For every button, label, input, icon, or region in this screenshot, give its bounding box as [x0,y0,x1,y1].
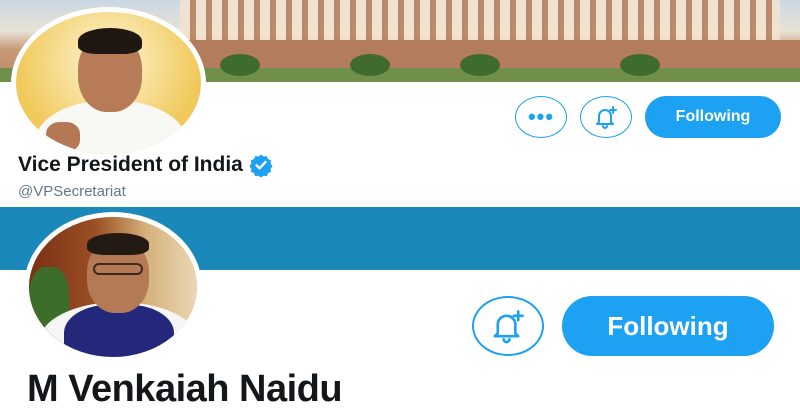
following-button[interactable]: Following [562,296,774,356]
profile-name: Vice President of India [18,153,273,177]
display-name: M Venkaiah Naidu [27,368,343,410]
banner-shrub [620,54,660,76]
banner-shrub [220,54,260,76]
profile-handle: @VPSecretariat [18,183,126,200]
ellipsis-icon: ••• [527,104,555,129]
following-button[interactable]: Following [645,96,781,138]
banner-shrub [460,54,500,76]
banner-shrub [350,54,390,76]
more-options-button[interactable]: ••• [515,96,567,138]
avatar[interactable] [24,212,202,362]
bell-plus-icon [596,106,617,129]
display-name: Vice President of India [18,153,243,176]
notifications-button[interactable] [580,96,632,138]
verified-badge-icon [249,154,273,177]
notifications-button[interactable] [472,296,544,356]
avatar[interactable] [11,7,206,159]
bell-plus-icon [493,310,524,344]
